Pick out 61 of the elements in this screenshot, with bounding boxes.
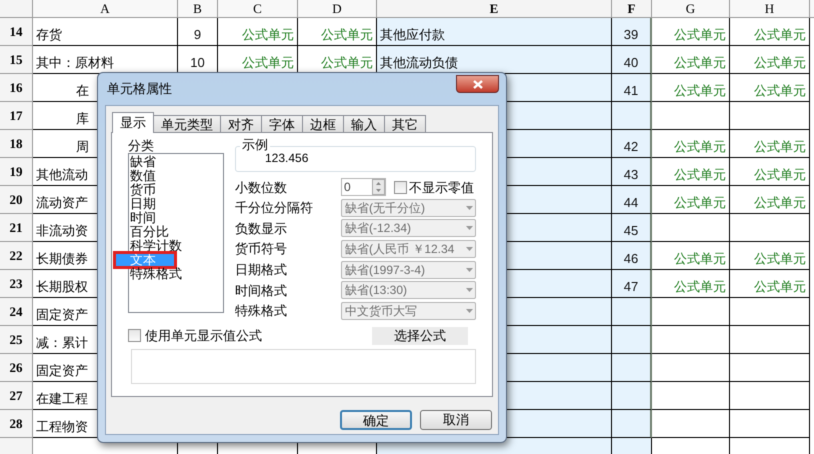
cell-text: 减：累计	[36, 335, 88, 351]
cell-text: 公式单元	[754, 195, 806, 211]
cell-text: 公式单元	[674, 139, 726, 155]
cell-text: 10	[190, 55, 205, 71]
cell-text: 43	[624, 167, 638, 183]
cell-text: 在建工程	[36, 391, 88, 407]
cell-text: 公式单元	[754, 55, 806, 71]
cell-text: 公式单元	[674, 27, 726, 43]
setting-label: 时间格式	[235, 282, 288, 300]
cell-text: 长期债券	[36, 251, 88, 267]
setting-label: 负数显示	[235, 220, 288, 238]
cell-text: 47	[624, 279, 638, 295]
checkbox-label: 不显示零值	[409, 178, 474, 197]
cell-text: 固定资产	[36, 307, 88, 323]
cell-text: 在	[75, 83, 89, 99]
cell-text: 其他流动负债	[380, 55, 458, 71]
cell-text: 41	[624, 83, 638, 99]
sample-value: 123.456	[265, 151, 308, 165]
cell-text: 其他流动	[36, 167, 88, 183]
cell-text: 其他应付款	[380, 27, 445, 43]
cell-text: 39	[624, 27, 638, 43]
sample-label: 示例	[240, 138, 270, 152]
cell-text: 公式单元	[321, 27, 373, 43]
cell-text: 库	[75, 111, 89, 127]
cell-text: 公式单元	[674, 279, 726, 295]
setting-label: 日期格式	[235, 260, 288, 279]
cell-text: 公式单元	[754, 279, 806, 295]
cell-text: 40	[624, 55, 638, 71]
setting-label: 千分位分隔符	[235, 199, 314, 218]
setting-label: 小数位数	[235, 178, 288, 197]
cell-text: 公式单元	[674, 83, 726, 99]
category-label: 分类	[128, 139, 155, 153]
cell-text: 44	[624, 195, 638, 211]
cell-text: 公式单元	[754, 139, 806, 155]
cell-text: 公式单元	[674, 195, 726, 211]
setting-label: 特殊格式	[235, 302, 288, 320]
cell-text: 非流动资	[36, 223, 88, 239]
cell-text: 公式单元	[242, 27, 294, 43]
cell-text: 公式单元	[754, 27, 806, 43]
cell-text: 公式单元	[242, 55, 294, 71]
cell-text: 公式单元	[674, 251, 726, 267]
cell-text: 公式单元	[754, 167, 806, 183]
cell-text: 公式单元	[321, 55, 373, 71]
cell-text: 46	[624, 251, 638, 267]
cell-text: 存货	[36, 27, 62, 43]
cell-text: 9	[194, 27, 202, 43]
cell-text: 流动资产	[36, 195, 88, 211]
window-title: 单元格属性	[107, 80, 172, 98]
cell-text: 公式单元	[674, 55, 726, 71]
cell-text: 其中：原材料	[36, 55, 114, 71]
cell-text: 公式单元	[754, 251, 806, 267]
cell-text: 工程物资	[36, 419, 88, 435]
cell-text: 公式单元	[674, 167, 726, 183]
cell-text: 公式单元	[754, 83, 806, 99]
cell-text: 周	[75, 139, 89, 155]
cell-text: 45	[624, 223, 638, 239]
cell-text: 长期股权	[36, 279, 88, 295]
setting-label: 货币符号	[235, 240, 288, 258]
cell-text: 42	[624, 139, 638, 155]
cell-text: 固定资产	[36, 363, 88, 379]
checkbox-label: 使用单元显示值公式	[145, 327, 262, 346]
